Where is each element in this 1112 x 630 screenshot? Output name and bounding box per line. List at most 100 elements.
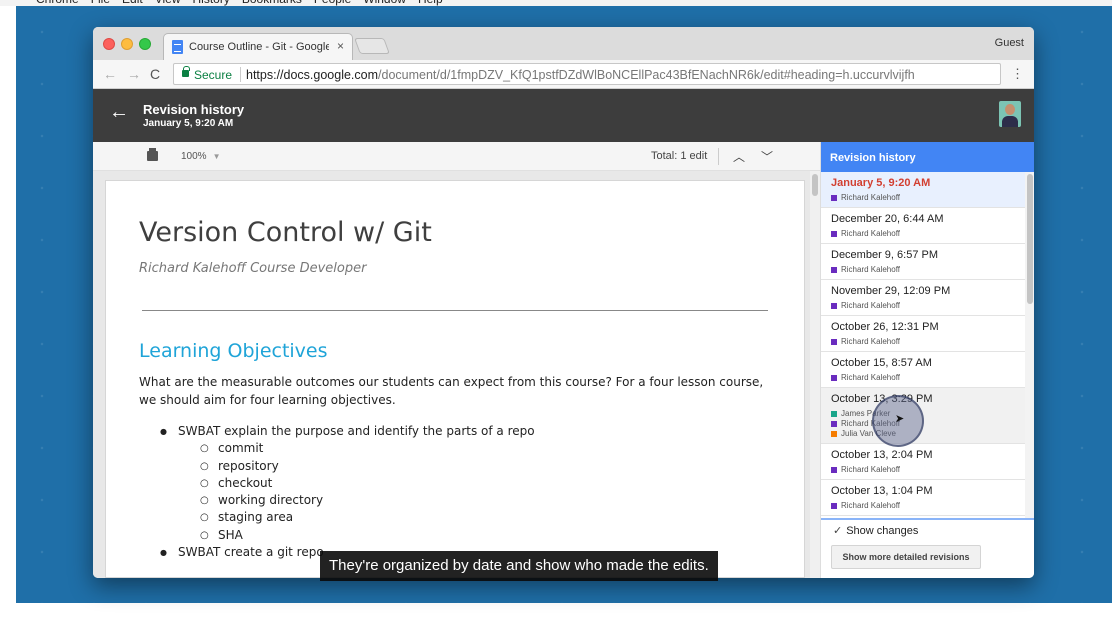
- new-tab-button[interactable]: [354, 38, 390, 54]
- browser-tab-active[interactable]: Course Outline - Git - Google ×: [163, 33, 353, 60]
- revision-date: October 13, 3:29 PM: [831, 393, 933, 405]
- revision-date: January 5, 9:20 AM: [831, 177, 931, 189]
- author-color-swatch: [831, 421, 837, 427]
- next-edit-chevron-down-icon[interactable]: ﹀: [761, 148, 773, 165]
- revision-date: October 15, 8:57 AM: [831, 357, 932, 369]
- zoom-window-button[interactable]: [139, 38, 151, 50]
- author-color-swatch: [831, 467, 837, 473]
- forward-arrow-icon[interactable]: →: [127, 66, 141, 82]
- tab-close-icon[interactable]: ×: [337, 39, 344, 53]
- revision-date: December 20, 6:44 AM: [831, 213, 944, 225]
- browser-menu-icon[interactable]: ⋮: [1011, 66, 1024, 82]
- revision-author: James Parker: [831, 409, 1025, 419]
- url-text: https://docs.google.com/document/d/1fmpD…: [246, 68, 915, 82]
- lock-icon: [182, 66, 190, 77]
- revision-item[interactable]: December 20, 6:44 AM Richard Kalehoff: [821, 208, 1025, 244]
- show-detailed-revisions-button[interactable]: Show more detailed revisions: [831, 545, 981, 569]
- revision-author: Richard Kalehoff: [831, 265, 1025, 275]
- objective-text: SWBAT explain the purpose and identify t…: [178, 424, 535, 438]
- toolbar-separator: [718, 148, 719, 165]
- author-name: Richard Kalehoff: [841, 301, 900, 310]
- print-icon[interactable]: [147, 148, 158, 161]
- author-name: Richard Kalehoff: [841, 501, 900, 510]
- horizontal-rule: [142, 310, 768, 311]
- browser-toolbar: ← → C Secure https://docs.google.com/doc…: [93, 60, 1034, 89]
- reload-icon[interactable]: C: [150, 66, 160, 82]
- browser-window: Course Outline - Git - Google × Guest ← …: [93, 27, 1034, 578]
- address-separator: [240, 67, 241, 82]
- author-name: Richard Kalehoff: [841, 373, 900, 382]
- document-toolbar: 100% ▼ Total: 1 edit ︿ ﹀: [93, 142, 820, 171]
- author-color-swatch: [831, 411, 837, 417]
- close-window-button[interactable]: [103, 38, 115, 50]
- repo-part-item: checkout: [200, 475, 535, 493]
- zoom-select[interactable]: 100% ▼: [181, 151, 221, 162]
- revision-date: October 13, 1:04 PM: [831, 485, 933, 497]
- profile-guest-label[interactable]: Guest: [995, 37, 1024, 49]
- revision-header-subtitle: January 5, 9:20 AM: [143, 118, 234, 129]
- document-author-line: Richard Kalehoff Course Developer: [139, 261, 367, 276]
- repo-part-item: commit: [200, 440, 535, 458]
- repo-parts-list: commitrepositorycheckoutworking director…: [178, 440, 535, 544]
- zoom-caret-icon: ▼: [212, 152, 221, 161]
- author-color-swatch: [831, 195, 837, 201]
- address-bar[interactable]: Secure https://docs.google.com/document/…: [173, 63, 1001, 85]
- revision-date: October 26, 12:31 PM: [831, 321, 939, 333]
- tab-strip: Course Outline - Git - Google × Guest: [93, 27, 1034, 60]
- user-avatar[interactable]: [999, 101, 1021, 127]
- revision-item[interactable]: October 13, 1:04 PM Richard Kalehoff: [821, 480, 1025, 516]
- author-name: Richard Kalehoff: [841, 265, 900, 274]
- intro-paragraph: What are the measurable outcomes our stu…: [139, 375, 764, 407]
- document-title: Version Control w/ Git: [139, 217, 432, 248]
- document-scrollbar[interactable]: [810, 171, 820, 578]
- author-color-swatch: [831, 231, 837, 237]
- minimize-window-button[interactable]: [121, 38, 133, 50]
- revision-item[interactable]: October 15, 8:57 AM Richard Kalehoff: [821, 352, 1025, 388]
- document-page: Version Control w/ Git Richard Kalehoff …: [105, 180, 805, 578]
- repo-part-item: SHA: [200, 527, 535, 545]
- revision-list-scrollbar[interactable]: [1025, 172, 1034, 518]
- video-caption: They're organized by date and show who m…: [320, 551, 718, 581]
- mouse-pointer-icon: ➤: [895, 413, 905, 425]
- revision-history-panel: Revision history January 5, 9:20 AM Richa…: [820, 142, 1034, 578]
- revision-author: Richard Kalehoff: [831, 301, 1025, 311]
- revision-date: October 13, 2:04 PM: [831, 449, 933, 461]
- revision-date: November 29, 12:09 PM: [831, 285, 951, 297]
- author-color-swatch: [831, 375, 837, 381]
- revision-author: Richard Kalehoff: [831, 373, 1025, 383]
- revision-panel-title: Revision history: [830, 152, 916, 164]
- url-host: https://docs.google.com: [246, 68, 379, 82]
- show-changes-checkbox[interactable]: ✓ Show changes: [833, 524, 918, 538]
- total-edits-label: Total: 1 edit: [651, 150, 708, 162]
- revision-panel-header: Revision history: [821, 142, 1034, 172]
- previous-edit-chevron-up-icon[interactable]: ︿: [733, 148, 745, 165]
- revision-item[interactable]: October 13, 2:04 PM Richard Kalehoff: [821, 444, 1025, 480]
- back-arrow-icon[interactable]: ←: [103, 66, 117, 82]
- revision-list: January 5, 9:20 AM Richard Kalehoff Decemb…: [821, 172, 1025, 518]
- revision-date: December 9, 6:57 PM: [831, 249, 938, 261]
- revision-item[interactable]: January 5, 9:20 AM Richard Kalehoff: [821, 172, 1025, 208]
- document-canvas: Version Control w/ Git Richard Kalehoff …: [93, 171, 820, 578]
- author-color-swatch: [831, 503, 837, 509]
- repo-part-item: repository: [200, 458, 535, 476]
- revision-header-title: Revision history: [143, 102, 245, 117]
- author-color-swatch: [831, 431, 837, 437]
- checkmark-icon: ✓: [833, 525, 843, 537]
- repo-part-item: working directory: [200, 492, 535, 510]
- google-docs-icon: [172, 40, 183, 54]
- url-path: /document/d/1fmpDZV_KfQ1pstfDZdWlBoNCEll…: [378, 68, 915, 82]
- revision-item[interactable]: December 9, 6:57 PM Richard Kalehoff: [821, 244, 1025, 280]
- revision-item[interactable]: November 29, 12:09 PM Richard Kalehoff: [821, 280, 1025, 316]
- revision-scroll-thumb[interactable]: [1027, 174, 1033, 304]
- revision-item[interactable]: October 26, 12:31 PM Richard Kalehoff: [821, 316, 1025, 352]
- revision-author: Richard Kalehoff: [831, 501, 1025, 511]
- document-scroll-thumb[interactable]: [812, 174, 818, 196]
- revision-author: Richard Kalehoff: [831, 465, 1025, 475]
- repo-part-item: staging area: [200, 509, 535, 527]
- revision-author: Richard Kalehoff: [831, 337, 1025, 347]
- section-heading: Learning Objectives: [139, 340, 328, 362]
- revision-author: Julia Van Cleve: [831, 429, 1025, 439]
- objective-text: SWBAT create a git repo: [178, 545, 324, 560]
- back-to-document-icon[interactable]: ←: [109, 101, 129, 124]
- author-name: Richard Kalehoff: [841, 193, 900, 202]
